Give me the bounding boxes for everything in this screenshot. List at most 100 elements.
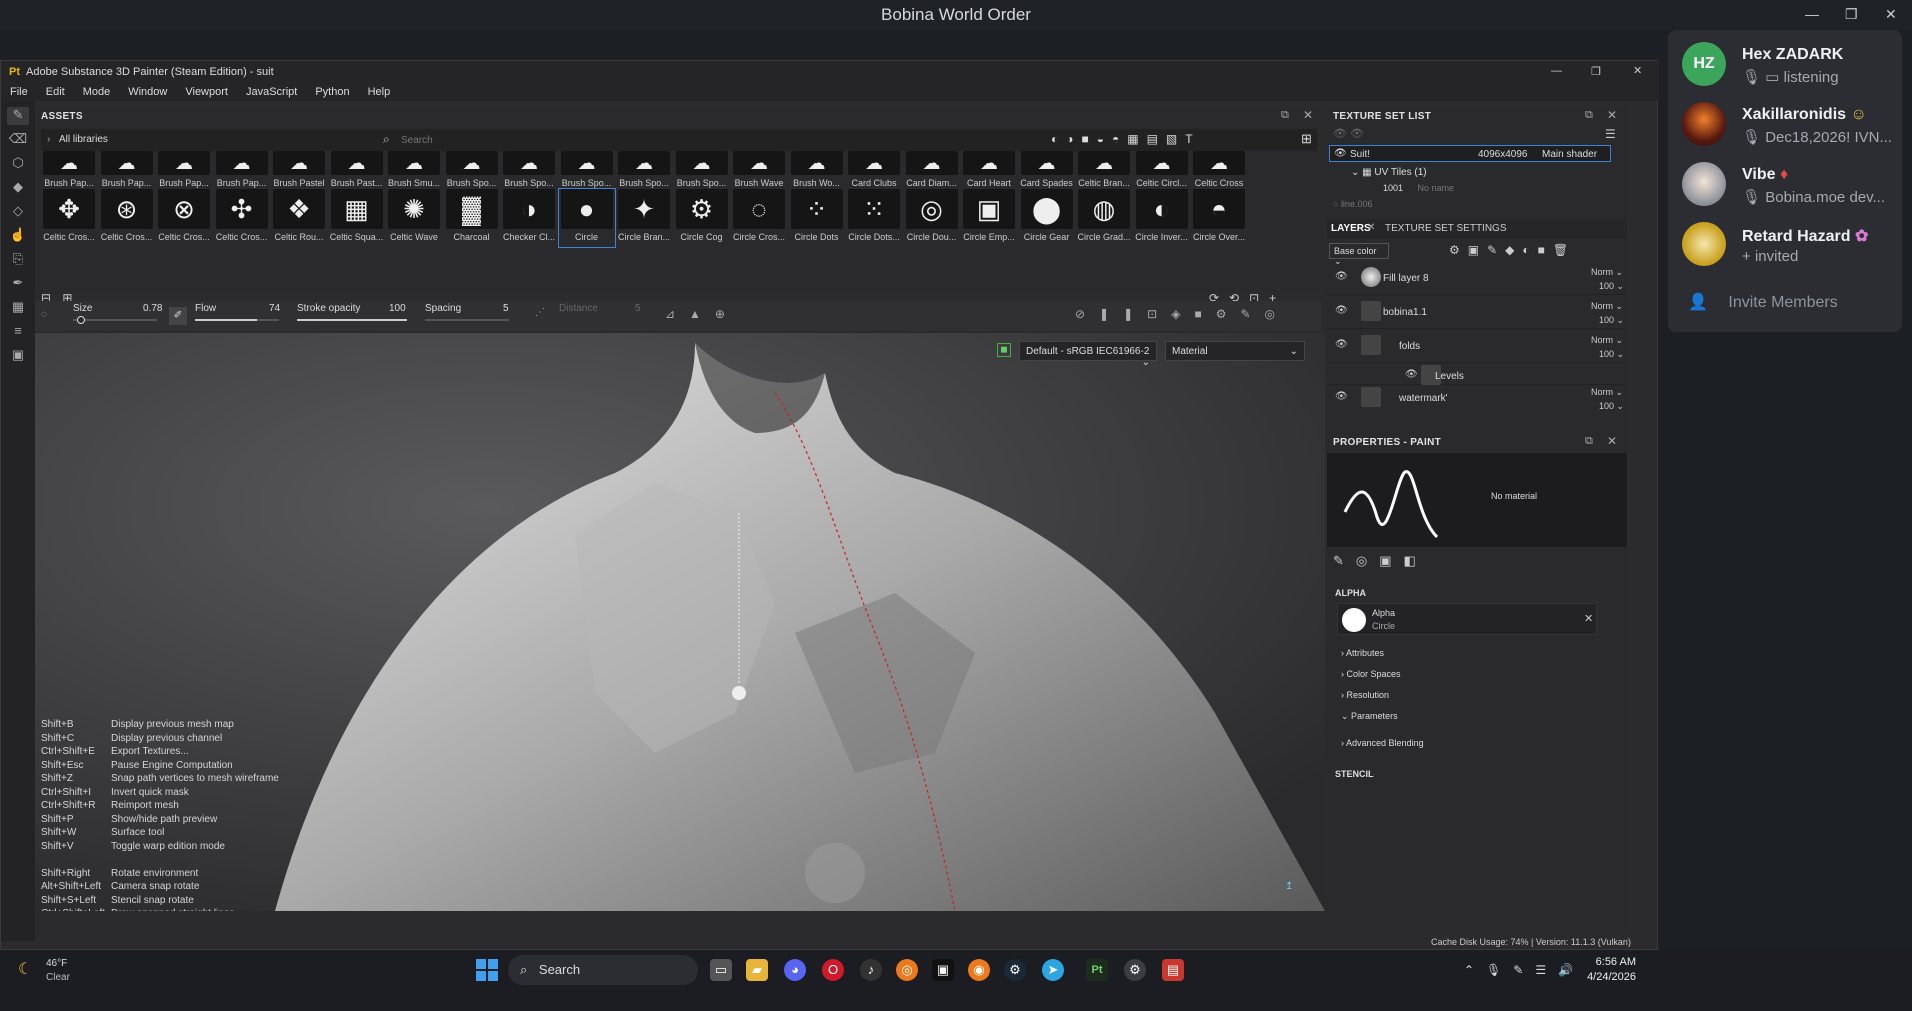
settings-icon[interactable]: ⚙ xyxy=(1124,959,1146,981)
telegram-icon[interactable]: ➤ xyxy=(1042,959,1064,981)
file-explorer-icon[interactable]: ▰ xyxy=(746,959,768,981)
menu-viewport[interactable]: Viewport xyxy=(176,83,237,101)
asset-type-filters[interactable]: ◐◑■◒◓▦▤▧T xyxy=(1051,132,1201,146)
grid-view-icon[interactable]: ⊞ xyxy=(1301,131,1312,147)
epic-icon[interactable]: ▣ xyxy=(932,959,954,981)
brush-tile[interactable]: ⁘ Circle Dots xyxy=(789,189,845,247)
stroke-opacity-slider[interactable] xyxy=(297,319,407,321)
close-panel-icon[interactable]: ✕ xyxy=(1607,108,1617,122)
brush-tile[interactable]: ▣ Circle Emp... xyxy=(961,189,1017,247)
menu-javascript[interactable]: JavaScript xyxy=(237,83,306,101)
clone-icon[interactable]: ⎘ xyxy=(7,251,29,269)
colorspace-dropdown[interactable]: Default - sRGB IEC61966-2 ⌄ xyxy=(1019,341,1157,368)
minimize-button[interactable]: — xyxy=(1805,6,1819,22)
task-view-icon[interactable]: ▭ xyxy=(710,959,732,981)
brush-tile[interactable]: ✥ Celtic Cros... xyxy=(41,189,97,247)
member-row[interactable]: Retard Hazard ✿ + invited xyxy=(1682,222,1896,276)
layer-opacity[interactable]: 100 ⌄ xyxy=(1599,349,1624,360)
library-selector[interactable]: All libraries xyxy=(59,134,108,145)
minimize-button[interactable]: — xyxy=(1551,65,1562,77)
weather-desc[interactable]: Clear xyxy=(46,972,70,983)
spacing-slider[interactable] xyxy=(425,319,509,321)
layer-opacity[interactable]: 100 ⌄ xyxy=(1599,401,1624,409)
member-row[interactable]: Xakillaronidis ☺ 🎙 Dec18,2026! IVN... xyxy=(1682,102,1896,156)
app-icon[interactable]: ♪ xyxy=(860,959,882,981)
close-button[interactable]: ✕ xyxy=(1885,6,1897,23)
eye-icon[interactable]: 👁 xyxy=(1335,305,1348,316)
menu-help[interactable]: Help xyxy=(359,83,400,101)
visibility-icons[interactable]: 👁 👁 xyxy=(1333,127,1364,140)
close-tab-icon[interactable]: ✕ xyxy=(1367,222,1375,233)
section-attributes[interactable]: › Attributes xyxy=(1341,643,1424,664)
brush-tile[interactable]: ◓ Circle Over... xyxy=(1191,189,1247,247)
brush-tile[interactable]: ● Circle xyxy=(557,188,616,248)
screenshot-icon[interactable]: ▣ xyxy=(7,347,29,365)
geometry-fill-icon[interactable]: ◆ xyxy=(7,179,29,197)
layer-row[interactable]: 👁 Fill layer 8 Norm ⌄ 100 ⌄ xyxy=(1327,265,1627,295)
restore-button[interactable]: ❐ xyxy=(1845,6,1858,23)
maximize-button[interactable]: ❐ xyxy=(1591,65,1601,78)
member-row[interactable]: HZ Hex ZADARK 🎙 ▭ listening xyxy=(1682,42,1896,96)
blender-alt-icon[interactable]: ◉ xyxy=(968,959,990,981)
tab-texture-set-settings[interactable]: TEXTURE SET SETTINGS xyxy=(1385,223,1507,234)
close-panel-icon[interactable]: ✕ xyxy=(1607,434,1617,448)
uv-tiles-row[interactable]: ⌄ ▦ UV Tiles (1) xyxy=(1351,167,1427,178)
layer-row[interactable]: 👁 bobina1.1 Norm ⌄ 100 ⌄ xyxy=(1327,299,1627,329)
layer-row[interactable]: 👁 folds Norm ⌄ 100 ⌄ xyxy=(1327,333,1627,363)
layer-action-icons[interactable]: ⚙▣✎◆◐■🗑 xyxy=(1449,243,1576,257)
brush-tile[interactable]: ✣ Celtic Cros... xyxy=(214,189,270,247)
assets-search-input[interactable] xyxy=(401,131,701,149)
brush-tile[interactable]: ⊛ Celtic Cros... xyxy=(99,189,155,247)
layer-name[interactable]: watermark' xyxy=(1399,393,1448,404)
layer-opacity[interactable]: 100 ⌄ xyxy=(1599,281,1624,292)
steam-icon[interactable]: ⚙ xyxy=(1004,959,1026,981)
layer-name[interactable]: Levels xyxy=(1435,371,1464,382)
invite-members-button[interactable]: 👤 Invite Members xyxy=(1688,292,1838,312)
projection-icon[interactable]: ⬡ xyxy=(7,155,29,173)
eye-icon[interactable]: 👁 xyxy=(1335,391,1348,402)
spacing-value[interactable]: 5 xyxy=(503,303,509,314)
menu-python[interactable]: Python xyxy=(306,83,358,101)
eye-icon[interactable]: 👁 xyxy=(1334,148,1347,159)
float-panel-icon[interactable]: ⧉ xyxy=(1281,109,1289,122)
tile-row[interactable]: 1001 No name xyxy=(1383,183,1454,193)
tab-layers[interactable]: LAYERS xyxy=(1331,223,1371,234)
smudge-icon[interactable]: ☝ xyxy=(7,227,29,245)
section-color-spaces[interactable]: › Color Spaces xyxy=(1341,664,1424,685)
substance-painter-icon[interactable]: Pt xyxy=(1086,959,1108,981)
extra-set-row[interactable]: ○ line.006 xyxy=(1333,199,1372,209)
flow-value[interactable]: 74 xyxy=(269,303,280,314)
lazy-mouse-icon[interactable]: ⋰ xyxy=(535,307,545,318)
app-red-icon[interactable]: ▤ xyxy=(1162,959,1184,981)
close-button[interactable]: ✕ xyxy=(1633,64,1642,77)
discord-icon[interactable]: ◕ xyxy=(784,959,806,981)
flow-slider[interactable] xyxy=(195,319,279,321)
pen-pressure-icon[interactable]: ✐ xyxy=(169,307,187,325)
brush-tile[interactable]: ◍ Circle Grad... xyxy=(1076,189,1132,247)
taskbar-search[interactable]: ⌕ Search xyxy=(508,955,698,985)
eye-icon[interactable]: 👁 xyxy=(1335,271,1348,282)
eye-icon[interactable]: 👁 xyxy=(1405,369,1418,380)
brush-tile[interactable]: ◌ Circle Cros... xyxy=(731,189,787,247)
layer-name[interactable]: folds xyxy=(1399,341,1420,352)
member-row[interactable]: Vibe ♦ 🎙 Bobina.moe dev... xyxy=(1682,162,1896,216)
brush-tile[interactable]: ◎ Circle Dou... xyxy=(904,189,960,247)
remove-alpha-icon[interactable]: ✕ xyxy=(1584,612,1593,625)
system-tray[interactable]: ⌃🎙✎☰🔊 xyxy=(1464,963,1585,977)
size-value[interactable]: 0.78 xyxy=(143,303,162,314)
blend-mode-dropdown[interactable]: Norm ⌄ xyxy=(1591,387,1623,398)
bake-icon[interactable]: ▦ xyxy=(7,299,29,317)
start-button[interactable] xyxy=(476,959,498,981)
layer-name[interactable]: bobina1.1 xyxy=(1383,307,1427,318)
section-resolution[interactable]: › Resolution xyxy=(1341,685,1424,706)
brush-tile[interactable]: ◑ Checker Cl... xyxy=(501,189,557,247)
float-panel-icon[interactable]: ⧉ xyxy=(1585,435,1593,448)
brush-tile[interactable]: ✺ Celtic Wave xyxy=(386,189,442,247)
menu-edit[interactable]: Edit xyxy=(37,83,74,101)
brush-tile[interactable]: ◐ Circle Inver... xyxy=(1134,189,1190,247)
channel-dropdown[interactable]: Base color ⌄ xyxy=(1329,243,1389,266)
3d-viewport[interactable]: ↥ ◼ Default - sRGB IEC61966-2 ⌄ Material ⌄… xyxy=(35,333,1325,911)
brush-tile[interactable]: ▦ Celtic Squa... xyxy=(329,189,385,247)
blend-mode-dropdown[interactable]: Norm ⌄ xyxy=(1591,335,1623,346)
blender-icon[interactable]: ◎ xyxy=(896,959,918,981)
